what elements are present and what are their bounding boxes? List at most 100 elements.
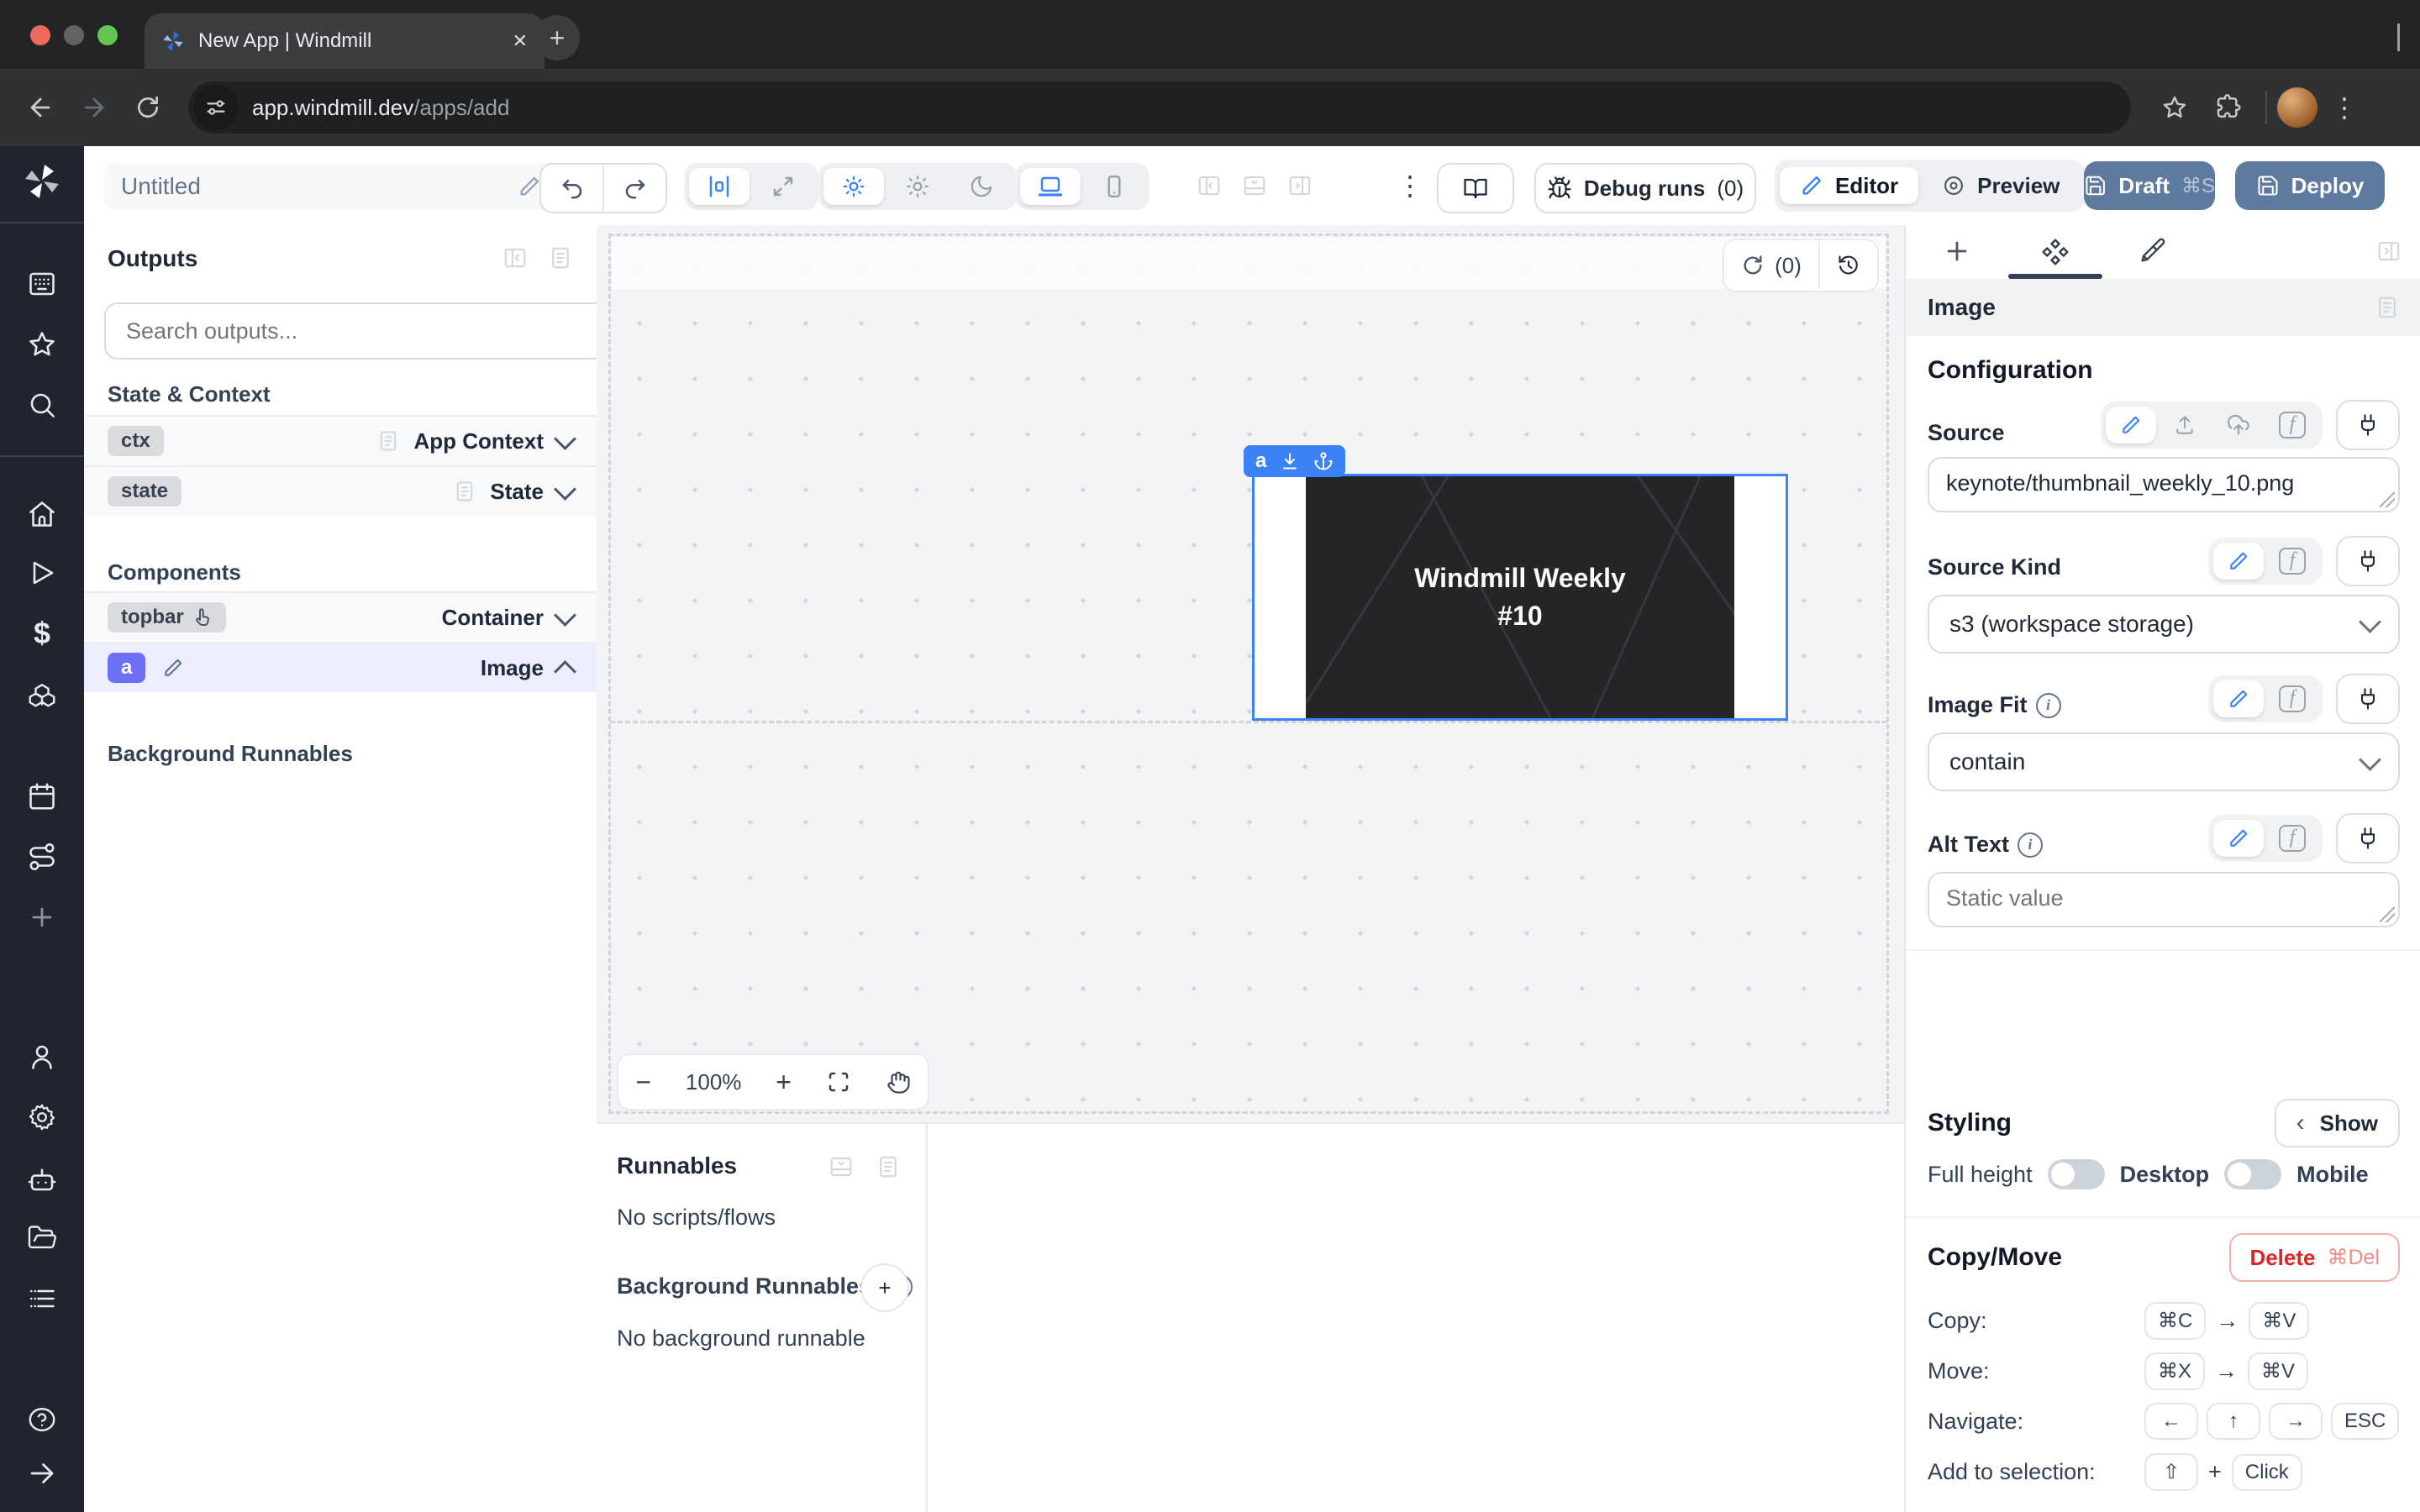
- more-options-kebab-icon[interactable]: ⋮: [1397, 170, 1423, 202]
- theme-light-sun-icon[interactable]: [887, 168, 948, 205]
- source-static-pencil-icon[interactable]: [2106, 407, 2156, 444]
- outputs-search[interactable]: [104, 302, 613, 360]
- alt-text-input[interactable]: [1929, 874, 2398, 926]
- insert-component-plus-icon[interactable]: [1943, 237, 1971, 265]
- output-row-state[interactable]: state State: [84, 465, 597, 516]
- source-field[interactable]: keynote/thumbnail_weekly_10.png: [1928, 457, 2400, 512]
- sidebar-item-apps[interactable]: [0, 262, 84, 306]
- forward-icon[interactable]: [67, 81, 121, 134]
- sidebar-item-folders[interactable]: [0, 1216, 84, 1260]
- deploy-button[interactable]: Deploy: [2235, 161, 2385, 210]
- undo-button[interactable]: [541, 176, 602, 201]
- new-tab-button[interactable]: +: [534, 15, 580, 60]
- zoom-out-button[interactable]: −: [635, 1067, 651, 1098]
- component-a-badge[interactable]: a: [108, 653, 145, 683]
- fullwidth-canvas-button[interactable]: [753, 168, 813, 205]
- full-height-mobile-toggle[interactable]: [2224, 1159, 2281, 1189]
- styling-brush-icon[interactable]: [2138, 237, 2166, 265]
- alt-text-field[interactable]: [1928, 872, 2400, 927]
- debug-runs-button[interactable]: Debug runs (0): [1534, 163, 1756, 213]
- mobile-view-button[interactable]: [1084, 168, 1144, 205]
- state-chevron-down-icon[interactable]: [554, 478, 576, 501]
- alt-text-pencil-icon[interactable]: [2213, 820, 2264, 857]
- theme-dark-moon-icon[interactable]: [951, 168, 1012, 205]
- sidebar-item-flows[interactable]: [0, 835, 84, 879]
- pan-hand-icon[interactable]: [886, 1069, 911, 1095]
- output-row-image-selected[interactable]: a Image: [84, 642, 597, 692]
- search-input[interactable]: [123, 317, 595, 346]
- image-fit-select[interactable]: contain: [1928, 732, 2400, 791]
- source-kind-pencil-icon[interactable]: [2213, 543, 2264, 580]
- state-badge[interactable]: state: [108, 476, 182, 507]
- resize-handle[interactable]: [2380, 492, 2395, 507]
- topbar-chevron-down-icon[interactable]: [554, 604, 576, 627]
- sidebar-item-search[interactable]: [0, 383, 84, 427]
- window-minimize-button[interactable]: [64, 25, 84, 45]
- redo-button[interactable]: [604, 176, 666, 201]
- component-doc-icon[interactable]: [2375, 295, 2400, 320]
- reload-icon[interactable]: [121, 81, 175, 134]
- sidebar-collapse-arrow-icon[interactable]: [0, 1452, 84, 1495]
- sidebar-item-runs[interactable]: [0, 551, 84, 595]
- preview-tab[interactable]: Preview: [1922, 167, 2080, 204]
- toggle-right-panel-icon[interactable]: [1287, 173, 1313, 198]
- fit-view-icon[interactable]: [826, 1069, 851, 1095]
- anchor-icon[interactable]: [1313, 451, 1334, 471]
- alt-text-connect-plug-icon[interactable]: [2336, 813, 2400, 864]
- tab-search-chevron-icon[interactable]: [2397, 24, 2400, 50]
- sidebar-item-account[interactable]: [0, 1035, 84, 1079]
- app-title-field[interactable]: Untitled: [104, 163, 558, 210]
- zoom-in-button[interactable]: +: [776, 1067, 792, 1098]
- alt-text-info-icon[interactable]: i: [2018, 832, 2043, 858]
- runnables-collapse-icon[interactable]: [829, 1154, 854, 1179]
- image-fit-info-icon[interactable]: i: [2036, 693, 2061, 718]
- ctx-badge[interactable]: ctx: [108, 426, 164, 456]
- collapse-outputs-icon[interactable]: [502, 245, 528, 270]
- tab-close-icon[interactable]: ✕: [513, 30, 528, 52]
- sidebar-item-help[interactable]: [0, 1398, 84, 1441]
- browser-tab[interactable]: New App | Windmill ✕: [145, 13, 544, 69]
- source-fx-icon[interactable]: f: [2267, 407, 2317, 444]
- delete-component-button[interactable]: Delete ⌘Del: [2229, 1233, 2400, 1282]
- app-canvas[interactable]: (0) a Windmill Weekly #10 − 100%: [597, 225, 1904, 1122]
- windmill-logo[interactable]: [0, 160, 84, 203]
- topbar-container-region[interactable]: [612, 237, 1886, 289]
- sidebar-item-logs[interactable]: [0, 1277, 84, 1320]
- browser-menu-icon[interactable]: ⋮: [2317, 81, 2371, 134]
- image-chevron-up-icon[interactable]: [554, 660, 576, 683]
- sidebar-item-favorites[interactable]: [0, 323, 84, 366]
- docs-book-button[interactable]: [1437, 163, 1514, 213]
- resize-handle[interactable]: [2380, 907, 2395, 922]
- collapse-inspector-icon[interactable]: [2376, 239, 2402, 264]
- sidebar-item-schedules[interactable]: [0, 774, 84, 818]
- selected-component-tag[interactable]: a: [1244, 445, 1345, 477]
- source-kind-select[interactable]: s3 (workspace storage): [1928, 595, 2400, 654]
- rename-pencil-icon[interactable]: [162, 657, 184, 679]
- add-background-runnable-button[interactable]: +: [860, 1263, 909, 1312]
- theme-auto-button[interactable]: [823, 168, 884, 205]
- output-row-topbar[interactable]: topbar Container: [84, 591, 597, 642]
- output-row-ctx[interactable]: ctx App Context: [84, 415, 597, 465]
- bookmark-star-icon[interactable]: [2148, 81, 2202, 134]
- sidebar-item-settings[interactable]: [0, 1095, 84, 1139]
- address-bar[interactable]: app.windmill.dev/apps/add: [188, 81, 2131, 134]
- draft-button[interactable]: Draft ⌘S: [2084, 161, 2215, 210]
- expand-down-icon[interactable]: [1280, 451, 1300, 471]
- editor-tab[interactable]: Editor: [1780, 167, 1918, 204]
- center-canvas-button[interactable]: [689, 168, 750, 205]
- edit-title-pencil-icon[interactable]: [518, 175, 541, 198]
- source-upload-icon[interactable]: [2160, 407, 2210, 444]
- sidebar-item-billing[interactable]: $: [0, 612, 84, 655]
- window-zoom-button[interactable]: [97, 25, 118, 45]
- outputs-doc-icon[interactable]: [548, 245, 573, 270]
- sidebar-item-home[interactable]: [0, 492, 84, 536]
- site-settings-icon[interactable]: [193, 85, 239, 130]
- topbar-badge[interactable]: topbar: [108, 602, 226, 633]
- full-height-desktop-toggle[interactable]: [2048, 1159, 2105, 1189]
- extensions-icon[interactable]: [2202, 81, 2255, 134]
- back-icon[interactable]: [13, 81, 67, 134]
- source-cloud-upload-icon[interactable]: [2213, 407, 2264, 444]
- source-value-input[interactable]: keynote/thumbnail_weekly_10.png: [1929, 459, 2398, 511]
- image-fit-connect-plug-icon[interactable]: [2336, 674, 2400, 724]
- desktop-view-button[interactable]: [1020, 168, 1081, 205]
